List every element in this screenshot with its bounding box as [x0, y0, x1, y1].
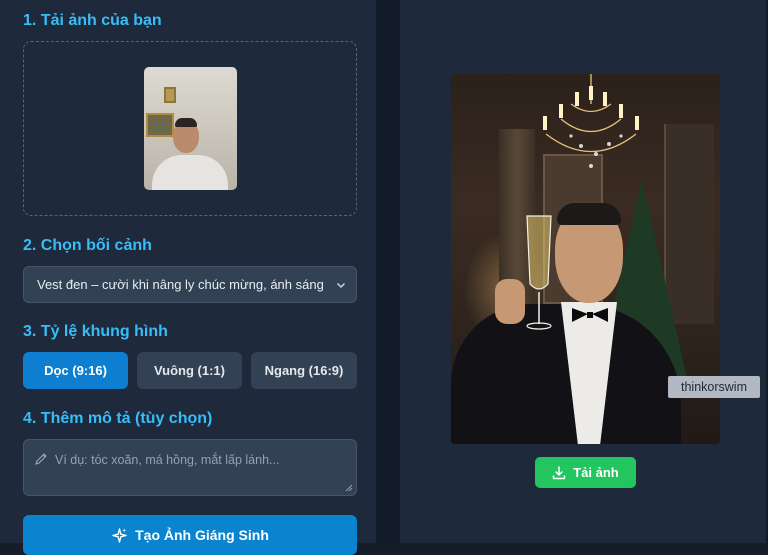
generate-button[interactable]: Tạo Ảnh Giáng Sinh	[23, 515, 357, 555]
upload-section-title: 1. Tải ảnh của bạn	[23, 12, 162, 29]
chevron-down-icon	[336, 282, 346, 289]
panel-divider	[376, 0, 400, 543]
ratio-square-button[interactable]: Vuông (1:1)	[137, 352, 242, 389]
download-button[interactable]: Tải ảnh	[535, 457, 636, 488]
description-textarea[interactable]: Ví dụ: tóc xoăn, má hồng, mắt lấp lánh..…	[23, 439, 357, 496]
scene-section-title: 2. Chọn bối cảnh	[23, 237, 152, 254]
sparkles-icon	[112, 527, 127, 543]
resize-grip-icon[interactable]	[345, 484, 353, 492]
ratio-landscape-button[interactable]: Ngang (16:9)	[251, 352, 357, 389]
result-panel: Tải ảnh	[400, 0, 766, 543]
pencil-icon	[35, 453, 47, 465]
uploaded-photo-preview	[144, 67, 237, 190]
scene-select-value: Vest đen – cười khi nâng ly chúc mừng, á…	[37, 277, 326, 292]
watermark-tooltip: thinkorswim	[668, 376, 760, 398]
ratio-section-title: 3. Tỷ lệ khung hình	[23, 323, 168, 340]
description-placeholder: Ví dụ: tóc xoăn, má hồng, mắt lấp lánh..…	[55, 453, 280, 467]
settings-panel: 1. Tải ảnh của bạn 2. Chọn bối cảnh Vest…	[0, 0, 376, 555]
photo-upload-dropzone[interactable]	[23, 41, 357, 216]
download-button-label: Tải ảnh	[573, 465, 619, 480]
ratio-portrait-button[interactable]: Dọc (9:16)	[23, 352, 128, 389]
scene-select[interactable]: Vest đen – cười khi nâng ly chúc mừng, á…	[23, 266, 357, 303]
download-icon	[552, 465, 566, 479]
description-section-title: 4. Thêm mô tả (tùy chọn)	[23, 410, 213, 427]
generate-button-label: Tạo Ảnh Giáng Sinh	[135, 527, 269, 543]
